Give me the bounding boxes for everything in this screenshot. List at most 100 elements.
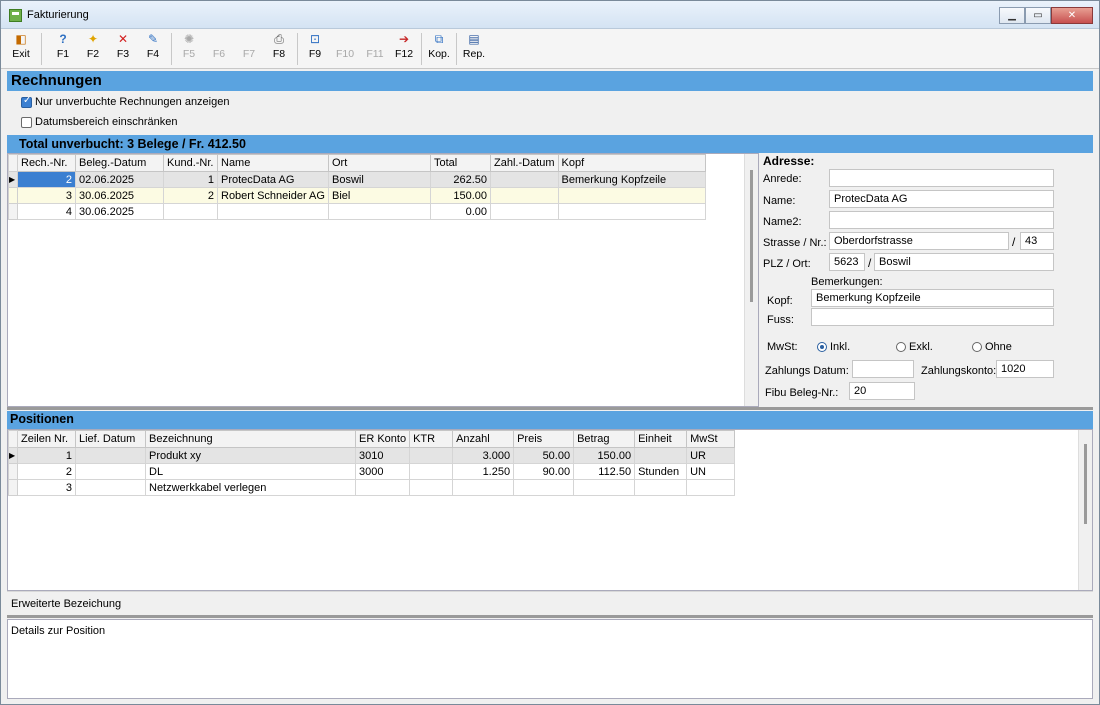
col-ort[interactable]: Ort (328, 154, 431, 172)
cell-total[interactable]: 150.00 (430, 187, 491, 204)
row-selector[interactable] (8, 187, 18, 204)
cell-kund-nr[interactable] (163, 203, 218, 220)
cell-bezeichnung[interactable]: Netzwerkkabel verlegen (145, 479, 356, 496)
cell-mwst[interactable]: UN (686, 463, 736, 480)
col-betrag[interactable]: Betrag (573, 430, 636, 448)
cell-rech-nr[interactable]: 2 (17, 171, 76, 188)
row-selector-arrow-icon[interactable]: ▶ (8, 171, 18, 188)
kopf-field[interactable]: Bemerkung Kopfzeile (811, 289, 1054, 307)
cell-anzahl[interactable] (452, 479, 515, 496)
cell-total[interactable]: 0.00 (430, 203, 491, 220)
f3-button[interactable]: ✕ F3 (111, 31, 135, 67)
cell-anzahl[interactable]: 1.250 (452, 463, 515, 480)
cell-mwst[interactable]: UR (686, 447, 736, 464)
cell-betrag[interactable]: 150.00 (573, 447, 636, 464)
maximize-button[interactable]: ▭ (1025, 7, 1051, 24)
table-row[interactable]: ▶ 1 Produkt xy 3010 3.000 50.00 150.00 U… (8, 447, 736, 464)
cell-bezeichnung[interactable]: Produkt xy (145, 447, 356, 464)
col-er-konto[interactable]: ER Konto (354, 430, 411, 448)
strasse-field[interactable]: Oberdorfstrasse (829, 232, 1009, 250)
hausnummer-field[interactable]: 43 (1020, 232, 1054, 250)
col-zeilen-nr[interactable]: Zeilen Nr. (17, 430, 76, 448)
cell-kund-nr[interactable]: 1 (163, 171, 218, 188)
cell-kopf[interactable] (557, 187, 706, 204)
cell-name[interactable] (217, 203, 329, 220)
cell-einheit[interactable]: Stunden (634, 463, 688, 480)
scrollbar-thumb[interactable] (750, 170, 753, 302)
cell-zahl-datum[interactable] (490, 171, 559, 188)
cell-lief-datum[interactable] (75, 463, 146, 480)
cell-mwst[interactable] (686, 479, 736, 496)
title-bar[interactable]: Fakturierung ▁ ▭ ✕ (1, 1, 1099, 29)
cell-zahl-datum[interactable] (490, 203, 559, 220)
row-selector-arrow-icon[interactable]: ▶ (8, 447, 18, 464)
f10-button[interactable]: F10 (333, 31, 357, 67)
zahlungsdatum-field[interactable] (852, 360, 914, 378)
col-einheit[interactable]: Einheit (634, 430, 688, 448)
row-selector[interactable] (8, 203, 18, 220)
positions-grid[interactable]: Zeilen Nr. Lief. Datum Bezeichnung ER Ko… (7, 429, 1093, 591)
f9-button[interactable]: ⊡ F9 (303, 31, 327, 67)
mwst-radio-exkl[interactable]: Exkl. (896, 341, 933, 353)
cell-ort[interactable]: Biel (328, 187, 431, 204)
scrollbar-thumb[interactable] (1084, 444, 1087, 524)
plz-field[interactable]: 5623 (829, 253, 865, 271)
cell-lief-datum[interactable] (75, 447, 146, 464)
f4-button[interactable]: ✎ F4 (141, 31, 165, 67)
cell-kund-nr[interactable]: 2 (163, 187, 218, 204)
name2-field[interactable] (829, 211, 1054, 229)
col-rech-nr[interactable]: Rech.-Nr. (17, 154, 76, 172)
cell-betrag[interactable]: 112.50 (573, 463, 636, 480)
cell-bezeichnung[interactable]: DL (145, 463, 356, 480)
cell-ort[interactable]: Boswil (328, 171, 431, 188)
cell-zeilen-nr[interactable]: 1 (17, 447, 76, 464)
unbooked-filter-checkbox[interactable]: Nur unverbuchte Rechnungen anzeigen (21, 94, 229, 110)
details-zur-position-field[interactable]: Details zur Position (7, 619, 1093, 699)
mwst-radio-ohne[interactable]: Ohne (972, 341, 1012, 353)
cell-beleg-datum[interactable]: 02.06.2025 (75, 171, 164, 188)
cell-betrag[interactable] (573, 479, 636, 496)
col-beleg-datum[interactable]: Beleg.-Datum (75, 154, 164, 172)
fibu-beleg-field[interactable]: 20 (849, 382, 915, 400)
col-anzahl[interactable]: Anzahl (452, 430, 515, 448)
col-lief-datum[interactable]: Lief. Datum (75, 430, 146, 448)
cell-ort[interactable] (328, 203, 431, 220)
horizontal-splitter[interactable] (7, 615, 1093, 618)
name-field[interactable]: ProtecData AG (829, 190, 1054, 208)
col-bezeichnung[interactable]: Bezeichnung (145, 430, 356, 448)
mwst-radio-inkl[interactable]: Inkl. (817, 341, 850, 353)
cell-beleg-datum[interactable]: 30.06.2025 (75, 203, 164, 220)
col-ktr[interactable]: KTR (409, 430, 454, 448)
invoice-grid-scrollbar[interactable] (744, 154, 758, 406)
col-kopf[interactable]: Kopf (557, 154, 706, 172)
ort-field[interactable]: Boswil (874, 253, 1054, 271)
cell-zahl-datum[interactable] (490, 187, 559, 204)
f2-button[interactable]: ✦ F2 (81, 31, 105, 67)
f12-button[interactable]: ➔ F12 (392, 31, 416, 67)
table-row[interactable]: 2 DL 3000 1.250 90.00 112.50 Stunden UN (8, 463, 736, 480)
horizontal-splitter[interactable] (7, 407, 1093, 410)
cell-er-konto[interactable] (354, 479, 411, 496)
cell-ktr[interactable] (409, 447, 454, 464)
row-selector[interactable] (8, 463, 18, 480)
cell-er-konto[interactable]: 3010 (354, 447, 411, 464)
cell-ktr[interactable] (409, 463, 454, 480)
positions-grid-scrollbar[interactable] (1078, 430, 1092, 590)
cell-rech-nr[interactable]: 3 (17, 187, 76, 204)
cell-preis[interactable]: 50.00 (513, 447, 575, 464)
col-zahl-datum[interactable]: Zahl.-Datum (490, 154, 559, 172)
cell-anzahl[interactable]: 3.000 (452, 447, 515, 464)
f7-button[interactable]: F7 (237, 31, 261, 67)
cell-zeilen-nr[interactable]: 3 (17, 479, 76, 496)
invoice-grid[interactable]: Rech.-Nr. Beleg.-Datum Kund.-Nr. Name Or… (7, 153, 759, 407)
f8-button[interactable]: ⎙ F8 (267, 31, 291, 67)
f1-button[interactable]: ? F1 (51, 31, 75, 67)
cell-kopf[interactable]: Bemerkung Kopfzeile (557, 171, 706, 188)
col-name[interactable]: Name (217, 154, 329, 172)
minimize-button[interactable]: ▁ (999, 7, 1025, 24)
cell-name[interactable]: ProtecData AG (217, 171, 329, 188)
cell-beleg-datum[interactable]: 30.06.2025 (75, 187, 164, 204)
cell-kopf[interactable] (557, 203, 706, 220)
close-button[interactable]: ✕ (1051, 7, 1093, 24)
exit-button[interactable]: ◧ Exit (9, 31, 33, 67)
